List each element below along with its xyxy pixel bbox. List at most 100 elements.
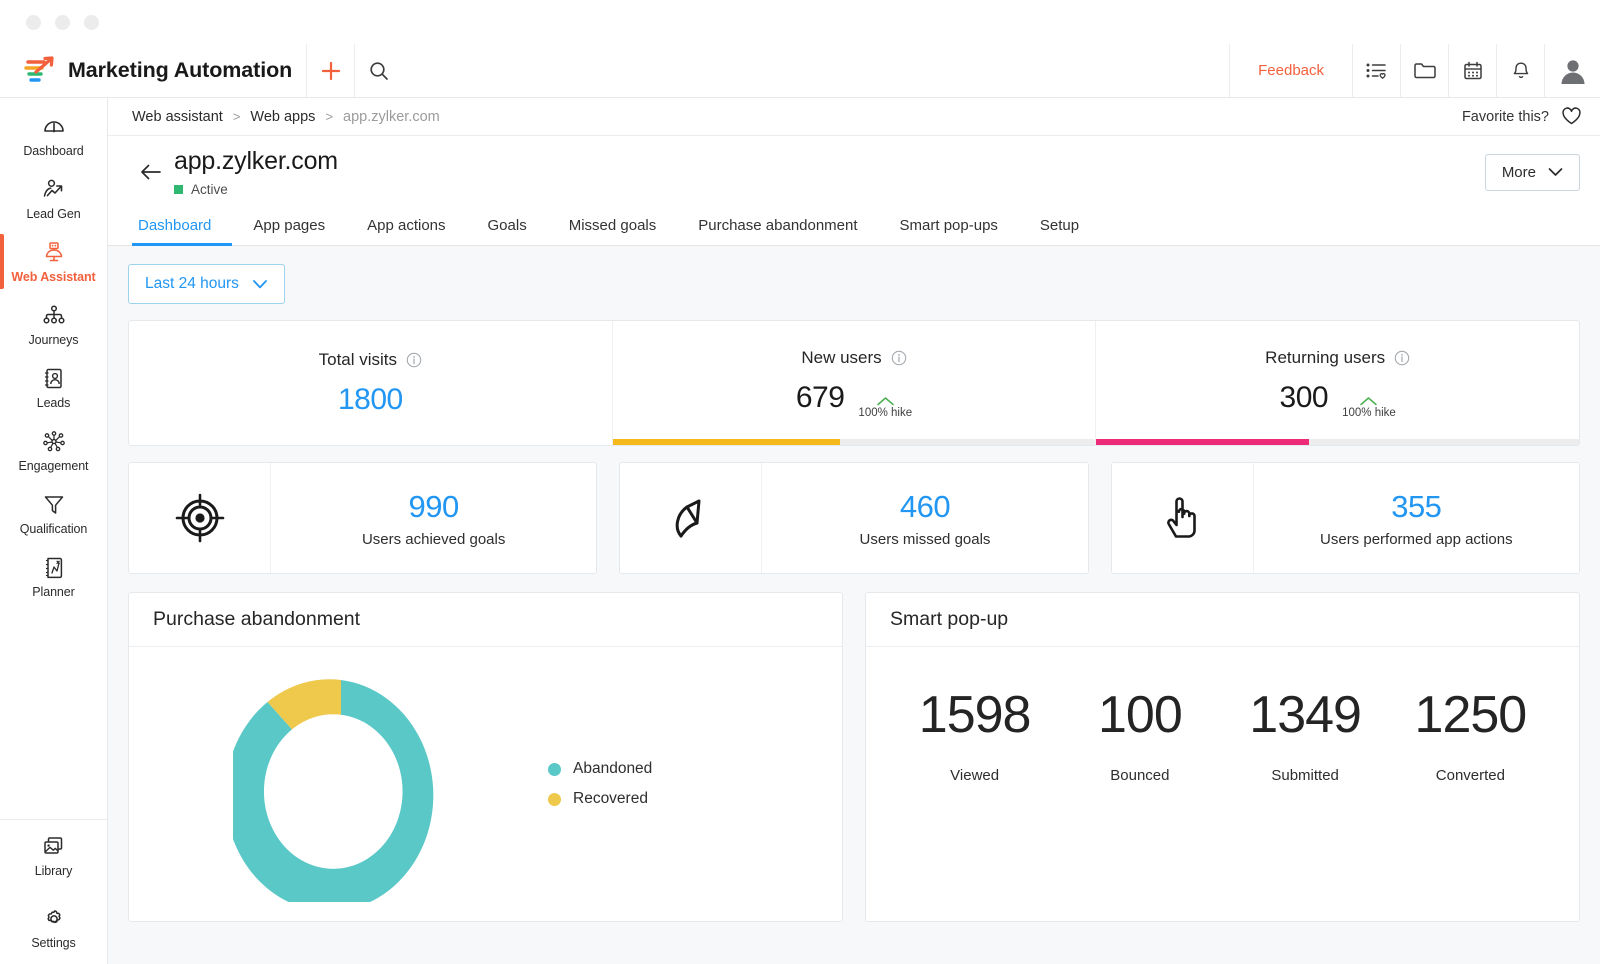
kpi-returning-users: Returning users 300 xyxy=(1095,321,1579,445)
legend-item-recovered[interactable]: Recovered xyxy=(548,790,842,808)
body: Dashboard Lead Gen xyxy=(0,98,1600,964)
stat-value: 355 xyxy=(1391,489,1441,525)
popup-stat-label: Bounced xyxy=(1110,767,1169,784)
tab-goals[interactable]: Goals xyxy=(467,217,548,246)
stat-body: 990 Users achieved goals xyxy=(271,463,596,573)
popup-stat-value: 1598 xyxy=(919,689,1031,741)
feedback-button[interactable]: Feedback xyxy=(1229,44,1352,97)
tab-smart-pop-ups[interactable]: Smart pop-ups xyxy=(879,217,1019,246)
sidebar-item-settings[interactable]: Settings xyxy=(0,892,107,964)
sidebar-item-dashboard[interactable]: Dashboard xyxy=(0,104,107,167)
tab-dashboard[interactable]: Dashboard xyxy=(132,217,232,246)
date-range-filter[interactable]: Last 24 hours xyxy=(128,264,285,304)
stat-icon-cell xyxy=(1112,463,1254,573)
page-title-block: app.zylker.com Active xyxy=(174,147,338,197)
sidebar-item-label: Qualification xyxy=(20,522,88,536)
stat-card-goals-achieved[interactable]: 990 Users achieved goals xyxy=(128,462,597,574)
chevron-down-icon xyxy=(252,279,268,290)
stat-value: 990 xyxy=(409,489,459,525)
sidebar-item-qualification[interactable]: Qualification xyxy=(0,482,107,545)
info-icon[interactable] xyxy=(1394,350,1410,366)
library-icon xyxy=(41,834,67,860)
kpi-value-row: 1800 xyxy=(338,383,403,417)
legend-item-abandoned[interactable]: Abandoned xyxy=(548,760,842,778)
tab-app-pages[interactable]: App pages xyxy=(232,217,346,246)
tab-bar: Dashboard App pages App actions Goals Mi… xyxy=(108,208,1600,246)
kpi-title: Total visits xyxy=(319,350,397,370)
stat-body: 460 Users missed goals xyxy=(762,463,1087,573)
lead-gen-icon xyxy=(41,177,67,203)
brand[interactable]: Marketing Automation xyxy=(0,44,306,97)
panel-title: Purchase abandonment xyxy=(153,608,360,631)
more-label: More xyxy=(1502,164,1536,181)
calendar-icon xyxy=(1462,60,1484,82)
folder-icon xyxy=(1413,60,1437,82)
legend-label: Abandoned xyxy=(573,760,652,778)
window-dot-maximize[interactable] xyxy=(84,15,99,30)
folder-button[interactable] xyxy=(1400,44,1448,97)
sidebar-item-lead-gen[interactable]: Lead Gen xyxy=(0,167,107,230)
breadcrumb-item-current: app.zylker.com xyxy=(343,109,440,125)
gear-icon xyxy=(41,906,67,932)
calendar-button[interactable] xyxy=(1448,44,1496,97)
sidebar-item-label: Settings xyxy=(31,936,75,950)
favorite-this-button[interactable]: Favorite this? xyxy=(1462,107,1582,126)
sidebar-item-label: Library xyxy=(35,864,73,878)
more-button[interactable]: More xyxy=(1485,154,1580,191)
sidebar-item-planner[interactable]: Planner xyxy=(0,545,107,608)
info-icon[interactable] xyxy=(406,352,422,368)
funnel-icon xyxy=(41,492,67,518)
sidebar-item-library[interactable]: Library xyxy=(0,820,107,892)
target-icon xyxy=(174,492,226,544)
stat-icon-cell xyxy=(620,463,762,573)
stat-card-goals-missed[interactable]: 460 Users missed goals xyxy=(619,462,1088,574)
list-favorite-button[interactable] xyxy=(1352,44,1400,97)
panel-smart-popup: Smart pop-up 1598 Viewed 100 Bounced xyxy=(865,592,1580,922)
tab-setup[interactable]: Setup xyxy=(1019,217,1100,246)
popup-stat-viewed: 1598 Viewed xyxy=(892,689,1057,784)
tab-app-actions[interactable]: App actions xyxy=(346,217,466,246)
kpi-trend-label: 100% hike xyxy=(858,407,912,419)
status-label: Active xyxy=(191,182,228,197)
breadcrumb-separator: > xyxy=(233,109,241,124)
heart-icon xyxy=(1561,107,1582,126)
dashboard-content: Last 24 hours Total visits xyxy=(108,246,1600,964)
plus-icon xyxy=(320,60,342,82)
breadcrumb-item-web-assistant[interactable]: Web assistant xyxy=(132,109,223,125)
sidebar-item-leads[interactable]: Leads xyxy=(0,356,107,419)
window-dot-close[interactable] xyxy=(26,15,41,30)
sidebar-item-label: Leads xyxy=(37,396,71,410)
sidebar-item-journeys[interactable]: Journeys xyxy=(0,293,107,356)
window-dot-minimize[interactable] xyxy=(55,15,70,30)
top-bar: Marketing Automation Feedback xyxy=(0,44,1600,98)
sidebar-item-web-assistant[interactable]: Web Assistant xyxy=(0,230,107,293)
sidebar-item-engagement[interactable]: Engagement xyxy=(0,419,107,482)
panel-purchase-abandonment: Purchase abandonment xyxy=(128,592,843,922)
back-button[interactable] xyxy=(134,155,168,189)
add-button[interactable] xyxy=(306,44,354,97)
stat-value: 460 xyxy=(900,489,950,525)
journeys-icon xyxy=(41,303,67,329)
bell-icon xyxy=(1510,60,1532,82)
stat-card-app-actions[interactable]: 355 Users performed app actions xyxy=(1111,462,1580,574)
tab-missed-goals[interactable]: Missed goals xyxy=(548,217,678,246)
brand-title: Marketing Automation xyxy=(68,58,292,83)
breadcrumb-item-web-apps[interactable]: Web apps xyxy=(250,109,315,125)
kpi-progress-fill xyxy=(613,439,840,445)
user-avatar-button[interactable] xyxy=(1544,44,1600,97)
kpi-value: 1800 xyxy=(338,383,403,417)
page-title: app.zylker.com xyxy=(174,147,338,176)
info-icon[interactable] xyxy=(891,350,907,366)
tab-purchase-abandonment[interactable]: Purchase abandonment xyxy=(677,217,878,246)
window-titlebar xyxy=(0,0,1600,44)
notifications-button[interactable] xyxy=(1496,44,1544,97)
popup-stat-bounced: 100 Bounced xyxy=(1057,689,1222,784)
kpi-value: 679 xyxy=(796,381,845,415)
kpi-header: New users xyxy=(801,348,906,368)
search-button[interactable] xyxy=(354,44,402,97)
sidebar-item-label: Engagement xyxy=(19,459,89,473)
kpi-total-visits: Total visits 1800 xyxy=(129,321,612,445)
donut-chart-svg[interactable] xyxy=(233,666,449,902)
planner-icon xyxy=(41,555,67,581)
speedometer-icon xyxy=(41,114,67,140)
